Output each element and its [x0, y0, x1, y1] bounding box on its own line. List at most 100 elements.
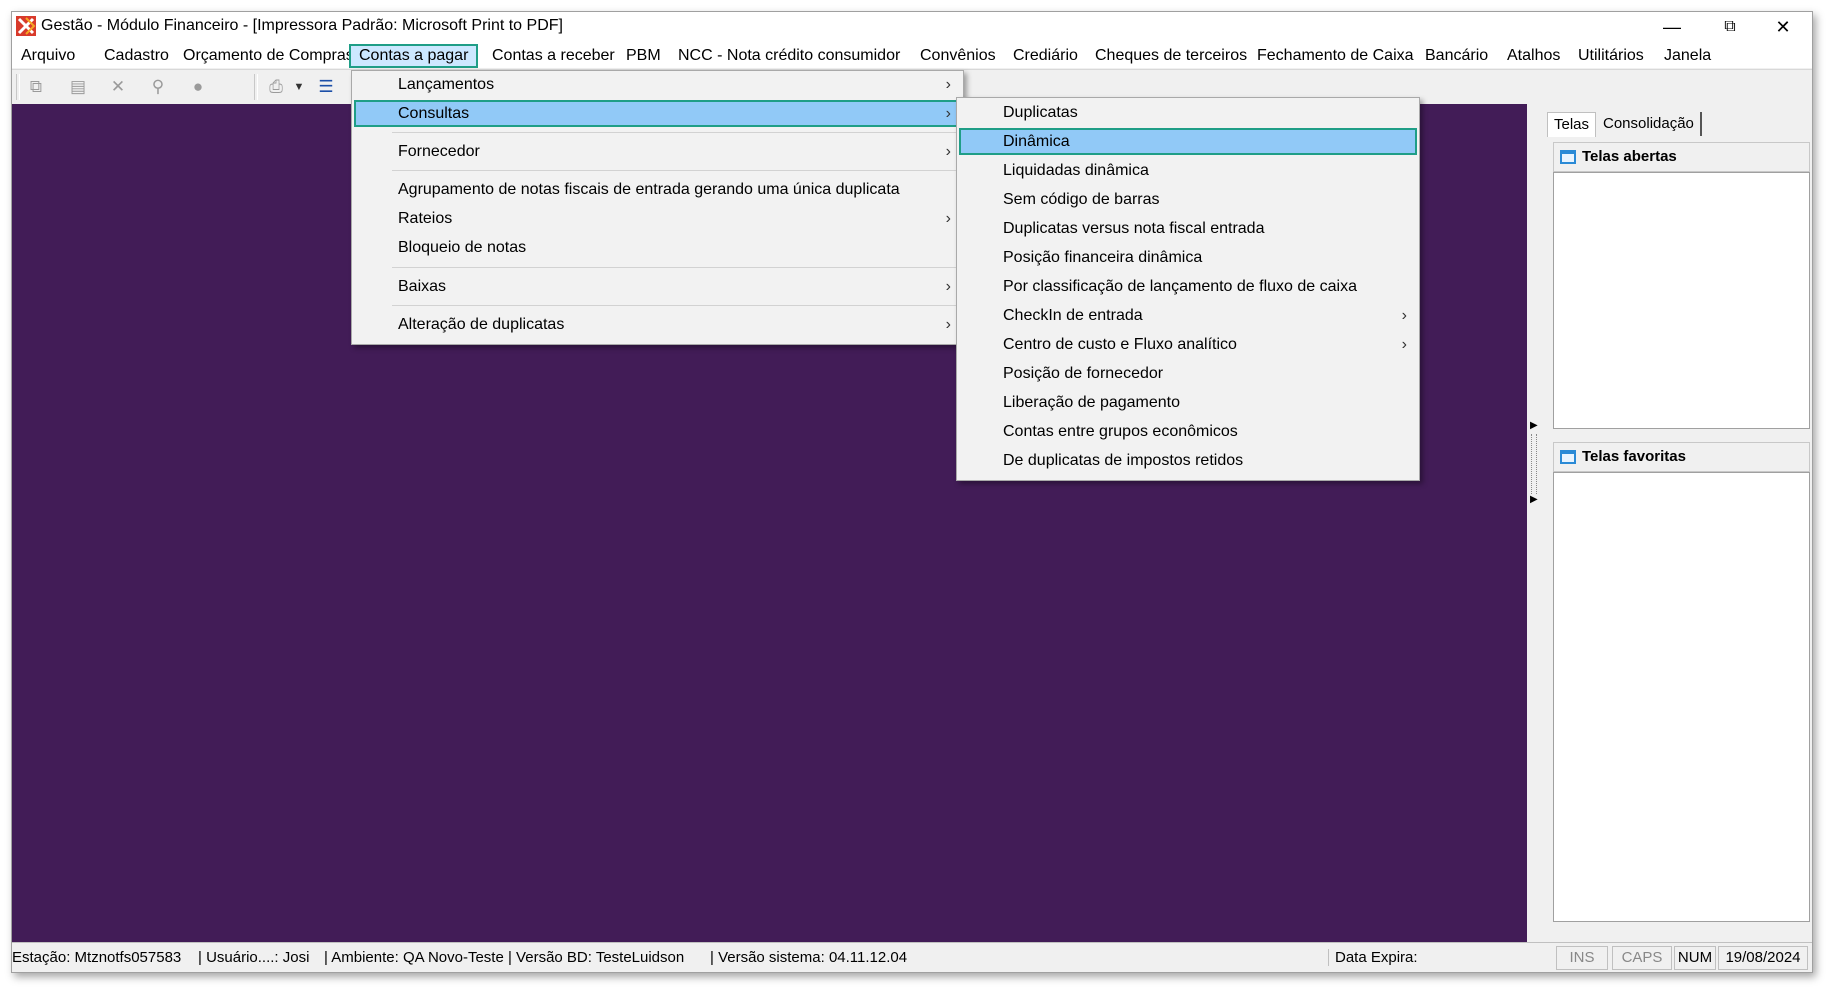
paste-icon[interactable]: ▤ — [66, 76, 90, 98]
menu-convenios[interactable]: Convênios — [911, 45, 1005, 67]
restore-button[interactable]: ⧉ — [1701, 12, 1759, 42]
splitter-arrow-icon[interactable]: ▶ — [1530, 420, 1538, 431]
app-logo-icon — [16, 16, 36, 36]
menu-item-label: Fornecedor — [398, 143, 480, 160]
search-icon[interactable]: ⚲ — [146, 76, 170, 98]
chevron-right-icon: › — [1401, 307, 1407, 324]
menu-item-label: Bloqueio de notas — [398, 239, 527, 256]
menu-fechamento-caixa[interactable]: Fechamento de Caixa — [1248, 45, 1423, 67]
status-date: 19/08/2024 — [1718, 946, 1808, 970]
menu-item-label: Sem código de barras — [1003, 191, 1160, 208]
menu-item-label: Duplicatas versus nota fiscal entrada — [1003, 220, 1265, 237]
status-caps: CAPS — [1612, 946, 1672, 970]
menu-contas-a-pagar[interactable]: Contas a pagar — [349, 44, 479, 68]
tab-telas[interactable]: Telas — [1547, 112, 1597, 137]
submenu-item-posicao-financeira[interactable]: Posição financeira dinâmica — [959, 244, 1417, 271]
favorite-screens-list[interactable] — [1553, 472, 1810, 922]
window-icon — [1560, 450, 1576, 464]
menu-item-alteracao-duplicatas[interactable]: Alteração de duplicatas › — [354, 311, 961, 338]
record-icon[interactable]: ● — [186, 76, 210, 98]
menu-item-fornecedor[interactable]: Fornecedor › — [354, 138, 961, 165]
menu-contas-a-receber[interactable]: Contas a receber — [483, 45, 624, 67]
menu-item-label: Contas entre grupos econômicos — [1003, 423, 1238, 440]
open-screens-title: Telas abertas — [1582, 148, 1677, 165]
submenu-item-centro-custo[interactable]: Centro de custo e Fluxo analítico › — [959, 331, 1417, 358]
menu-ncc[interactable]: NCC - Nota crédito consumidor — [669, 45, 909, 67]
toolbar-separator — [16, 74, 20, 100]
submenu-item-impostos-retidos[interactable]: De duplicatas de impostos retidos — [959, 447, 1417, 474]
tab-consolidacao[interactable]: Consolidação — [1597, 112, 1702, 136]
menu-bancario[interactable]: Bancário — [1416, 45, 1497, 67]
menu-item-label: Baixas — [398, 278, 447, 295]
menu-item-label: Posição financeira dinâmica — [1003, 249, 1203, 266]
menu-item-label: Rateios — [398, 210, 453, 227]
delete-icon[interactable]: ✕ — [106, 76, 130, 98]
status-version: | Versão sistema: 04.11.12.04 — [710, 949, 908, 966]
menu-cadastro[interactable]: Cadastro — [95, 45, 178, 67]
status-environment: | Ambiente: QA Novo-Teste | Versão BD: T… — [324, 949, 685, 966]
submenu-item-posicao-fornecedor[interactable]: Posição de fornecedor — [959, 360, 1417, 387]
submenu-item-duplicatas[interactable]: Duplicatas — [959, 99, 1417, 126]
menu-item-label: Liquidadas dinâmica — [1003, 162, 1149, 179]
list-icon[interactable]: ☰ — [314, 76, 338, 98]
menu-item-label: Alteração de duplicatas — [398, 316, 565, 333]
submenu-item-liquidadas-dinamica[interactable]: Liquidadas dinâmica — [959, 157, 1417, 184]
menu-utilitarios[interactable]: Utilitários — [1569, 45, 1653, 67]
status-expiry: Data Expira: — [1328, 949, 1418, 966]
menu-separator — [392, 267, 959, 268]
submenu-item-liberacao-pagamento[interactable]: Liberação de pagamento — [959, 389, 1417, 416]
title-bar: Gestão - Módulo Financeiro - [Impressora… — [12, 12, 1812, 42]
panel-splitter[interactable]: ▶ ▶ — [1527, 104, 1539, 942]
print-icon[interactable]: ⎙ — [264, 76, 288, 98]
menu-arquivo[interactable]: Arquivo — [12, 45, 84, 67]
chevron-right-icon: › — [945, 76, 951, 93]
minimize-button[interactable]: — — [1643, 12, 1701, 42]
submenu-item-classificacao-fluxo[interactable]: Por classificação de lançamento de fluxo… — [959, 273, 1417, 300]
menu-pbm[interactable]: PBM — [617, 45, 670, 67]
consultas-submenu: Duplicatas Dinâmica Liquidadas dinâmica … — [956, 97, 1420, 481]
menu-item-bloqueio-notas[interactable]: Bloqueio de notas — [354, 234, 961, 261]
splitter-grip[interactable] — [1531, 434, 1537, 494]
menu-item-label: Liberação de pagamento — [1003, 394, 1181, 411]
minimize-icon: — — [1663, 16, 1681, 37]
contas-a-pagar-menu: Lançamentos › Consultas › Fornecedor › Agru… — [351, 70, 964, 345]
menu-item-label: Centro de custo e Fluxo analítico — [1003, 336, 1237, 353]
toolbar-separator — [254, 74, 258, 100]
menu-item-rateios[interactable]: Rateios › — [354, 205, 961, 232]
submenu-item-grupos-economicos[interactable]: Contas entre grupos econômicos — [959, 418, 1417, 445]
menu-item-consultas[interactable]: Consultas › — [354, 100, 961, 127]
menu-item-baixas[interactable]: Baixas › — [354, 273, 961, 300]
menu-item-label: Por classificação de lançamento de fluxo… — [1003, 278, 1357, 295]
print-dropdown-icon[interactable]: ▼ — [292, 76, 306, 98]
splitter-arrow-icon[interactable]: ▶ — [1530, 494, 1538, 505]
open-screens-list[interactable] — [1553, 172, 1810, 429]
chevron-right-icon: › — [1401, 336, 1407, 353]
menu-item-lancamentos[interactable]: Lançamentos › — [354, 71, 961, 98]
favorite-screens-title: Telas favoritas — [1582, 448, 1686, 465]
menu-atalhos[interactable]: Atalhos — [1498, 45, 1569, 67]
status-user: | Usuário....: Josi — [198, 949, 310, 966]
menu-item-agrupamento[interactable]: Agrupamento de notas fiscais de entrada … — [354, 176, 961, 203]
menu-janela[interactable]: Janela — [1655, 45, 1720, 67]
chevron-right-icon: › — [945, 105, 951, 122]
menu-bar: Arquivo Cadastro Orçamento de Compras Co… — [12, 42, 1812, 68]
menu-separator — [392, 170, 959, 171]
chevron-right-icon: › — [945, 316, 951, 333]
restore-icon: ⧉ — [1724, 18, 1736, 35]
open-screens-header: Telas abertas — [1553, 142, 1810, 172]
menu-orcamento-compras[interactable]: Orçamento de Compras — [174, 45, 363, 67]
menu-item-label: Posição de fornecedor — [1003, 365, 1164, 382]
menu-item-label: Dinâmica — [1003, 133, 1070, 150]
copy-icon[interactable]: ⧉ — [24, 76, 48, 98]
submenu-item-sem-codigo-barras[interactable]: Sem código de barras — [959, 186, 1417, 213]
menu-crediario[interactable]: Crediário — [1004, 45, 1087, 67]
submenu-item-duplicatas-versus-nf[interactable]: Duplicatas versus nota fiscal entrada — [959, 215, 1417, 242]
window-icon — [1560, 150, 1576, 164]
right-panel: Telas Consolidação Telas abertas Telas f… — [1539, 104, 1812, 942]
close-button[interactable]: ✕ — [1754, 12, 1812, 42]
menu-separator — [392, 305, 959, 306]
submenu-item-dinamica[interactable]: Dinâmica — [959, 128, 1417, 155]
submenu-item-checkin-entrada[interactable]: CheckIn de entrada › — [959, 302, 1417, 329]
menu-cheques-terceiros[interactable]: Cheques de terceiros — [1086, 45, 1256, 67]
menu-item-label: Agrupamento de notas fiscais de entrada … — [398, 181, 900, 198]
